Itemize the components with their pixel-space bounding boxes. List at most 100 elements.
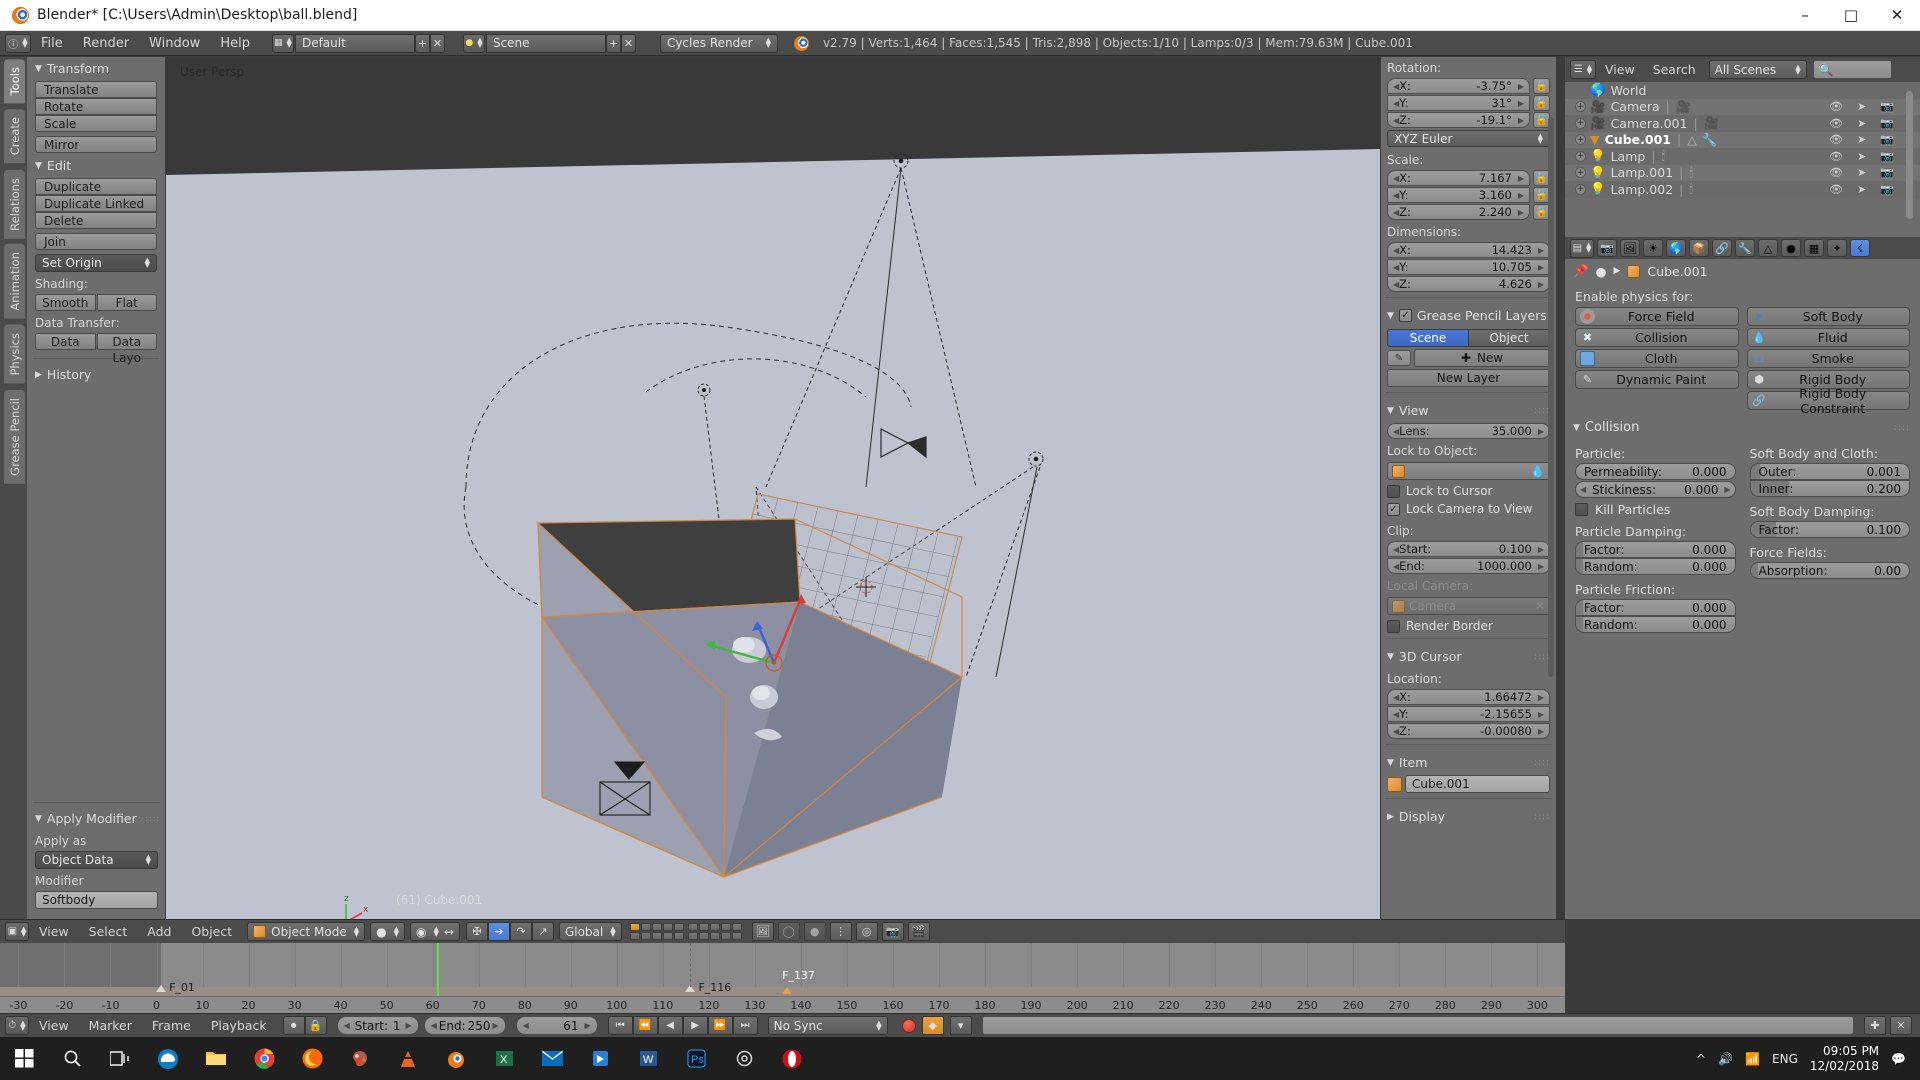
scale-x-field[interactable]: ◀ X: 7.167 ▶ [1387,170,1530,186]
network-icon[interactable]: 📶 [1745,1052,1760,1066]
close-button[interactable]: ✕ [1874,0,1920,31]
lock-camera-to-view-row[interactable]: ✓ Lock Camera to View [1387,502,1550,516]
timeline-menu-frame[interactable]: Frame [142,1018,201,1033]
outer-field[interactable]: Outer: 0.001 [1749,463,1910,480]
camera-render-icon[interactable]: 📷 [1880,100,1894,113]
gp-tab-scene[interactable]: Scene [1387,329,1469,347]
next-keyframe-button[interactable]: ⏩ [707,1016,733,1035]
manipulator-translate-button[interactable]: ➔ [487,922,510,941]
join-button[interactable]: Join [35,233,157,250]
local-camera-field[interactable]: Camera ✕ [1387,597,1550,615]
smoke-button[interactable]: ☖ Smoke [1746,349,1910,368]
chrome-icon[interactable] [240,1037,288,1080]
new-scene-button[interactable]: + [605,33,621,53]
layer-cell[interactable] [709,923,720,931]
tab-object[interactable]: 📦 [1689,239,1709,257]
apply-as-dropdown[interactable]: Object Data ▲ ▼ [35,851,158,869]
outliner-row-lamp[interactable]: + 💡 Lamp | 🕯 👁 ➤ 📷 [1565,148,1920,165]
outliner-row-camera[interactable]: + 🎥 Camera | 🎥 👁 ➤ 📷 [1565,98,1920,115]
outliner-row-camera-001[interactable]: + 🎥 Camera.001 | 🎥 👁 ➤ 📷 [1565,115,1920,132]
soft-body-button[interactable]: ➤ Soft Body [1746,307,1910,326]
soft-body-damping-factor-field[interactable]: Factor: 0.100 [1749,521,1910,538]
tab-modifiers[interactable]: 🔧 [1735,239,1755,257]
timeline-marker[interactable]: F_01 [156,981,195,994]
opera-icon[interactable] [768,1037,816,1080]
pencil-icon[interactable]: ✎ [1387,350,1411,366]
delete-screen-layout-button[interactable]: ✕ [429,33,445,53]
render-opengl-viewport-button[interactable]: 📷 [881,922,904,941]
timeline-menu-marker[interactable]: Marker [79,1018,142,1033]
permeability-field[interactable]: Permeability: 0.000 [1575,463,1736,480]
record-icon[interactable] [901,1018,916,1033]
grease-pencil-checkbox[interactable]: ✓ [1398,309,1412,322]
clip-end-field[interactable]: ◀ End: 1000.000 ▶ [1387,558,1550,574]
menu-window[interactable]: Window [139,31,210,56]
eye-icon[interactable]: 👁 [1829,100,1843,113]
dimensions-x-field[interactable]: ◀ X: 14.423 ▶ [1387,242,1550,258]
eye-icon[interactable]: 👁 [1829,166,1843,179]
cursor-arrow-icon[interactable]: ➤ [1857,183,1866,196]
lock-scene-to-object-button[interactable]: 🖼 [751,922,774,941]
tab-render-layers[interactable]: 🖼 [1620,239,1640,257]
play-button[interactable]: ▶ [682,1016,708,1035]
tab-world[interactable]: 🌎 [1666,239,1686,257]
vlc-icon[interactable] [384,1037,432,1080]
rotate-button[interactable]: Rotate [35,98,157,115]
snap-element-button[interactable]: ⋮ [829,922,852,941]
file-explorer-icon[interactable] [192,1037,240,1080]
auto-keyframe-button[interactable]: ⏺ [282,1016,305,1035]
3d-viewport[interactable]: User Persp z x (61) Cube.001 [166,57,1380,919]
shade-smooth-button[interactable]: Smooth [35,294,96,311]
timeline-marker[interactable]: F_116 [685,981,731,994]
interaction-mode-dropdown[interactable]: Object Mode ▲ ▼ [247,922,366,941]
tab-material[interactable]: ● [1781,239,1801,257]
grease-pencil-new-layer-button[interactable]: New Layer [1387,369,1550,387]
language-indicator[interactable]: ENG [1772,1052,1798,1066]
particle-friction-random-field[interactable]: Random: 0.000 [1575,616,1736,633]
show-hidden-icons-button[interactable]: ^ [1696,1052,1706,1066]
tab-animation[interactable]: Animation [4,244,25,320]
panel-edit-header[interactable]: ▼ Edit [27,154,165,177]
tab-relations[interactable]: Relations [4,169,25,239]
panel-view-header[interactable]: ▼ View :::: [1381,398,1556,422]
outliner-scrollbar[interactable] [1906,91,1913,219]
expand-icon[interactable]: + [1575,167,1586,179]
action-center-icon[interactable]: 💬 [1891,1052,1906,1066]
particle-damping-random-field[interactable]: Random: 0.000 [1575,558,1736,575]
editor-type-outliner-icon[interactable]: ☰ ▲ ▼ [1570,60,1596,79]
outliner-row-lamp-001[interactable]: + 💡 Lamp.001 | 🕯 👁 ➤ 📷 [1565,164,1920,181]
scale-y-field[interactable]: ◀ Y: 3.160 ▶ [1387,187,1530,203]
paint-icon[interactable] [336,1037,384,1080]
viewport-menu-select[interactable]: Select [79,924,138,939]
outliner-row-lamp-002[interactable]: + 💡 Lamp.002 | 🕯 👁 ➤ 📷 [1565,181,1920,198]
viewport-menu-add[interactable]: Add [137,924,181,939]
outliner-display-mode-dropdown[interactable]: All Scenes ▲ ▼ [1708,60,1807,79]
tab-constraints[interactable]: 🔗 [1712,239,1732,257]
camera-render-icon[interactable]: 📷 [1880,166,1894,179]
clip-start-field[interactable]: ◀ Start: 0.100 ▶ [1387,541,1550,557]
cursor-x-field[interactable]: ◀ X: 1.66472 ▶ [1387,689,1550,705]
tab-tools[interactable]: Tools [4,59,25,104]
gp-tab-object[interactable]: Object [1469,329,1550,347]
outliner-search-input[interactable]: 🔍 [1812,60,1892,79]
layer-cell[interactable] [731,923,742,931]
keyingset-add-button[interactable]: ✚ [1864,1016,1886,1035]
blender-icon[interactable] [432,1037,480,1080]
set-origin-dropdown[interactable]: Set Origin ▲ ▼ [35,254,157,272]
panel-transform-header[interactable]: ▼ Transform [27,57,165,80]
tab-texture[interactable]: ▦ [1804,239,1824,257]
viewport-shading-dropdown[interactable]: ● ▲ ▼ [370,922,406,941]
render-border-checkbox[interactable] [1387,619,1400,633]
panel-item-header[interactable]: ▼ Item :::: [1381,750,1556,774]
keyingset-remove-button[interactable]: ✕ [1890,1016,1912,1035]
layer-cell[interactable] [698,923,709,931]
play-reverse-button[interactable]: ◀ [657,1016,683,1035]
outliner-row-cube-001[interactable]: + ▼ Cube.001 | △ 🔧 👁 ➤ 📷 [1565,131,1920,148]
pin-icon[interactable]: 📌 [1573,263,1589,279]
excel-icon[interactable]: X [480,1037,528,1080]
cursor-arrow-icon[interactable]: ➤ [1857,100,1866,113]
tab-physics[interactable]: ☇ [1850,239,1870,257]
editor-type-3dview-icon[interactable]: ▣ ▲ ▼ [5,922,29,941]
camera-render-icon[interactable]: 📷 [1880,150,1894,163]
expand-icon[interactable]: + [1575,183,1586,195]
